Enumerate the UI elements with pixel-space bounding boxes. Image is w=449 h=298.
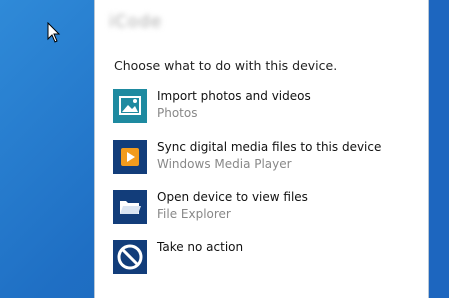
option-subtitle: Windows Media Player	[157, 157, 292, 171]
media-player-icon	[113, 140, 147, 174]
option-take-no-action[interactable]: Take no action	[113, 240, 413, 278]
autoplay-dialog: iCode Choose what to do with this device…	[94, 0, 429, 298]
mouse-cursor-icon	[47, 21, 61, 44]
option-title: Sync digital media files to this device	[157, 140, 382, 154]
option-title: Open device to view files	[157, 190, 308, 204]
option-import-photos[interactable]: Import photos and videos Photos	[113, 89, 413, 127]
option-title: Take no action	[157, 240, 244, 254]
folder-icon	[113, 190, 147, 224]
option-subtitle: File Explorer	[157, 207, 231, 221]
instruction-text: Choose what to do with this device.	[114, 58, 338, 73]
desktop-background-right	[429, 0, 449, 298]
option-open-files[interactable]: Open device to view files File Explorer	[113, 190, 413, 228]
option-sync-media[interactable]: Sync digital media files to this device …	[113, 140, 413, 178]
option-title: Import photos and videos	[157, 89, 311, 103]
no-action-icon	[113, 240, 147, 274]
option-subtitle: Photos	[157, 106, 198, 120]
photos-icon	[113, 89, 147, 123]
device-name: iCode	[109, 12, 163, 32]
